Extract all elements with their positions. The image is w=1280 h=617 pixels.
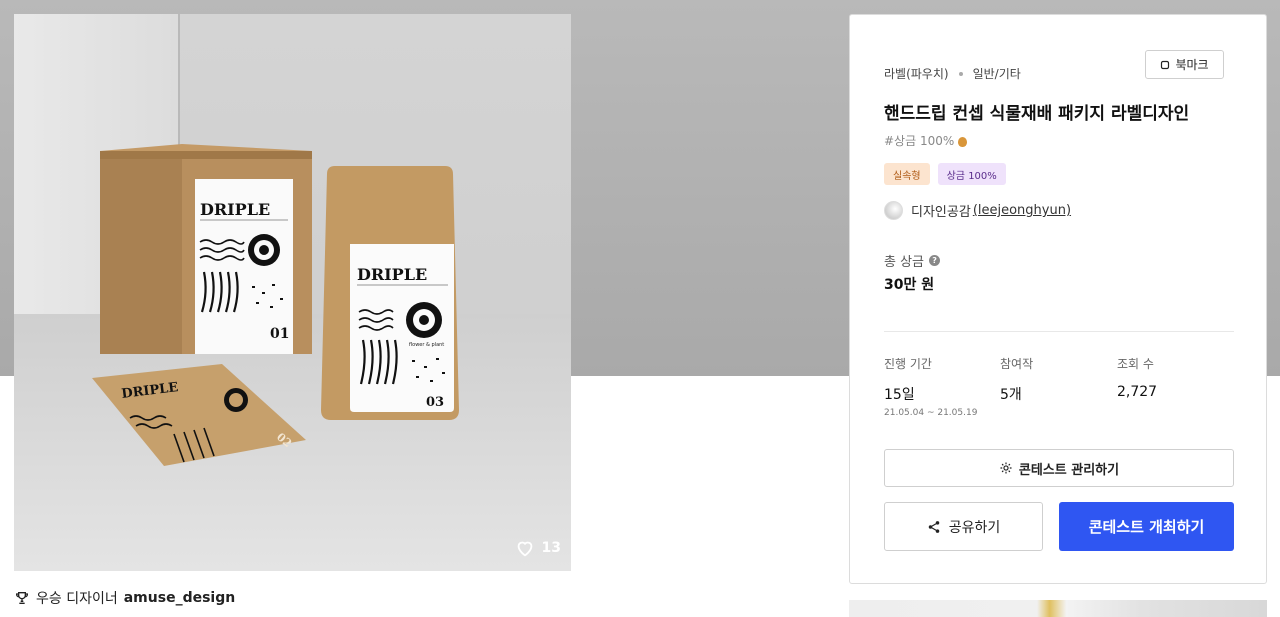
prize-label-text: 총 상금 [884,255,925,270]
contest-tagline: #상금 100% [884,132,968,149]
breadcrumb-separator [958,71,963,76]
share-label: 공유하기 [948,519,1001,536]
pouch-number: 03 [426,395,444,410]
stat-period-range: 21.05.04 ~ 21.05.19 [884,408,978,418]
badge-value-type: 실속형 [884,163,930,185]
badge-prize: 상금 100% [937,163,1006,185]
credit-prefix: 우승 디자이너 [36,591,118,607]
likes-button[interactable]: 13 [514,537,561,559]
moneybag-icon [958,136,968,147]
gear-icon [1000,462,1012,474]
stat-period: 진행 기간 15일 21.05.04 ~ 21.05.19 [884,355,977,418]
host-handle[interactable]: (leejeonghyun) [973,203,1071,218]
design-image[interactable]: DRIPLE 01 DRIPLE flower & plant 03 DRIPL… [14,14,571,571]
pouch-label-subtitle: flower & plant [409,342,444,348]
bookmark-icon [1161,60,1170,69]
stat-views: 조회 수 2,727 [1117,355,1157,400]
pouch-label-brand: DRIPLE [357,265,427,284]
host-contest-button[interactable]: 콘테스트 개최하기 [1059,502,1234,551]
winner-credit: 우승 디자이너 amuse_design [14,588,235,608]
stat-entries-value: 5개 [1000,387,1022,403]
manage-contest-button[interactable]: 콘테스트 관리하기 [884,449,1234,487]
box-label-brand: DRIPLE [200,200,270,219]
avatar [884,201,903,220]
prize-value: 30만 원 [884,277,935,293]
packaging-mockup: DRIPLE 01 DRIPLE flower & plant 03 DRIPL… [92,144,459,466]
trophy-icon [16,592,28,604]
breadcrumb: 라벨(파우치) 일반/기타 [884,65,1021,82]
box-number: 01 [270,326,289,342]
breadcrumb-category[interactable]: 라벨(파우치) [884,65,949,82]
stat-entries-label: 참여작 [1000,357,1034,371]
manage-contest-label: 콘테스트 관리하기 [1018,462,1120,478]
tagline-text: #상금 100% [884,134,955,148]
help-icon[interactable]: ? [929,255,941,266]
share-button[interactable]: 공유하기 [884,502,1043,551]
breadcrumb-subcategory[interactable]: 일반/기타 [973,65,1021,82]
contest-title: 핸드드립 컨셉 식물재배 패키지 라벨디자인 [884,104,1190,124]
stat-period-value: 15일 [884,387,915,403]
related-banner[interactable] [849,600,1267,617]
likes-count: 13 [541,540,561,556]
stat-views-label: 조회 수 [1117,357,1154,371]
heart-icon [517,541,532,557]
stat-period-label: 진행 기간 [884,357,932,371]
stat-entries: 참여작 5개 [1000,355,1033,404]
prize-label: 총 상금 ? [884,251,941,270]
badge-list: 실속형 상금 100% [884,163,1006,185]
host-info[interactable]: 디자인공감 (leejeonghyun) [884,201,1071,220]
bookmark-label: 북마크 [1175,58,1209,72]
share-icon [928,520,939,533]
credit-designer[interactable]: amuse_design [124,590,235,606]
stat-views-value: 2,727 [1117,384,1158,400]
contest-info-card: 라벨(파우치) 일반/기타 북마크 핸드드립 컨셉 식물재배 패키지 라벨디자인… [849,14,1267,584]
host-name: 디자인공감 [911,205,971,220]
bookmark-button[interactable]: 북마크 [1145,50,1224,79]
divider [884,331,1234,332]
